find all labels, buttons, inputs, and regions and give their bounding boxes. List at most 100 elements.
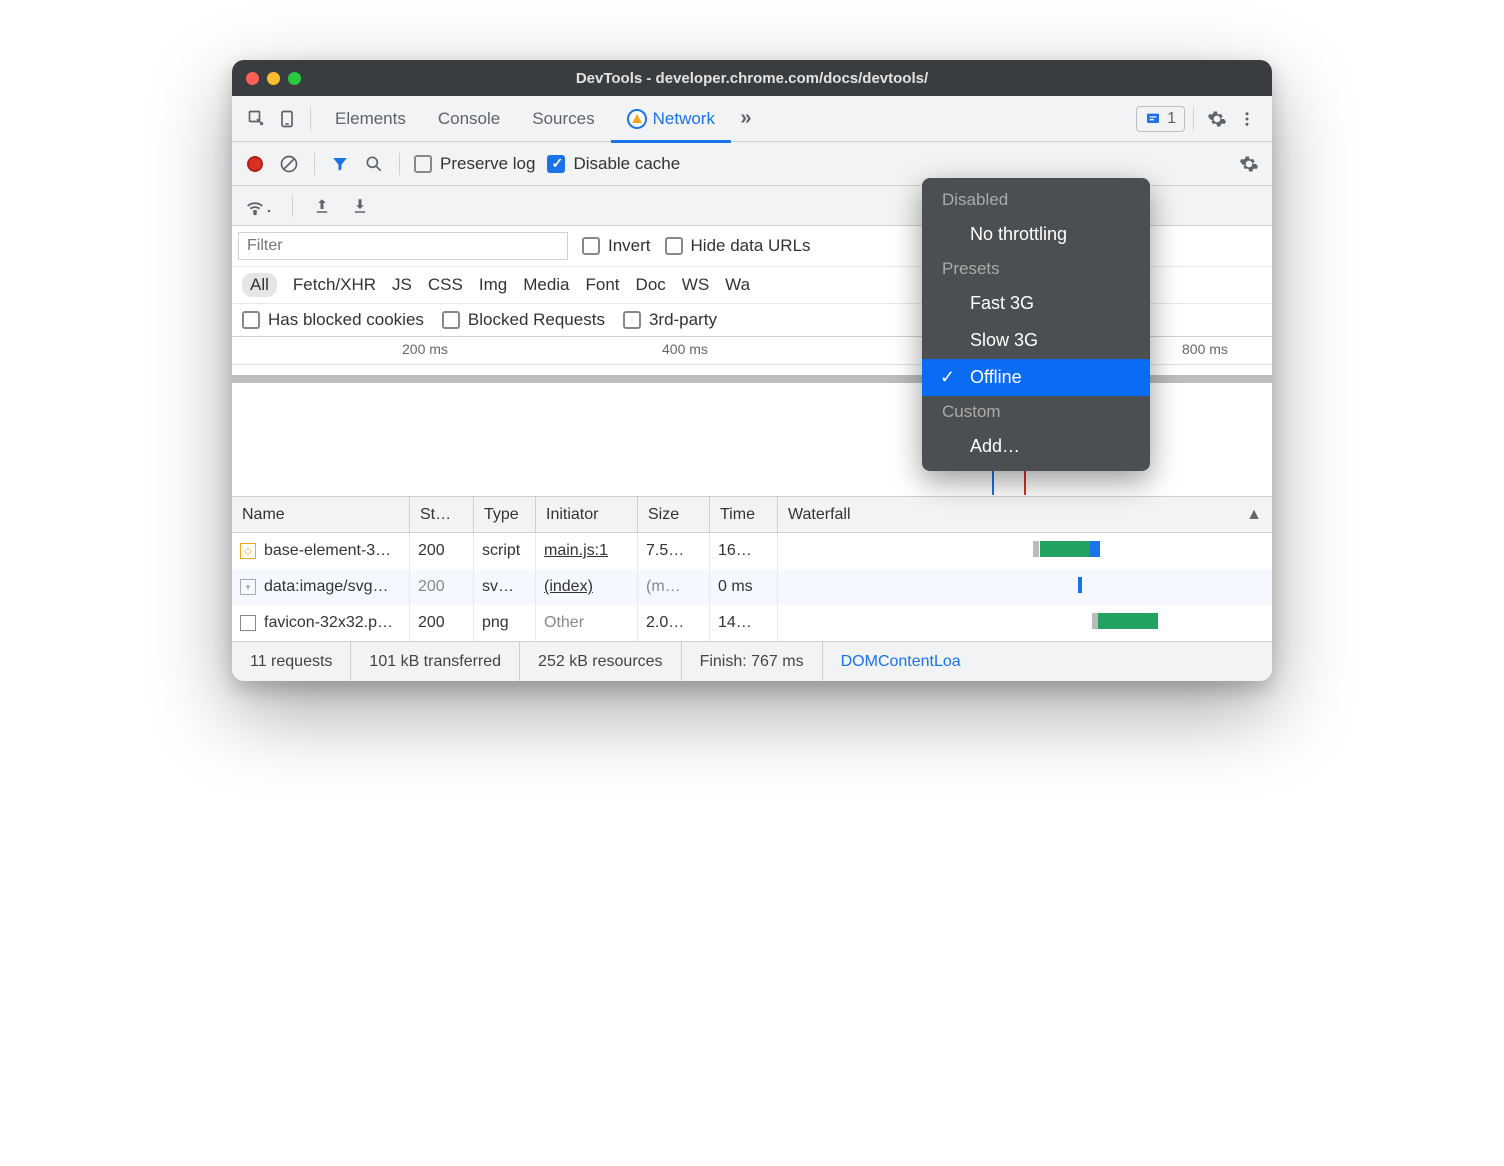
- filter-fetch-xhr[interactable]: Fetch/XHR: [293, 275, 376, 295]
- cell-initiator: main.js:1: [536, 533, 638, 569]
- cell-name: favicon-32x32.p…: [232, 605, 410, 641]
- settings-gear-icon[interactable]: [1202, 104, 1232, 134]
- checkbox-icon: [442, 311, 460, 329]
- status-requests: 11 requests: [232, 642, 351, 681]
- sort-ascending-icon: ▲: [1246, 506, 1262, 524]
- device-toggle-icon[interactable]: [272, 104, 302, 134]
- table-row[interactable]: favicon-32x32.p… 200 png Other 2.0… 14…: [232, 605, 1272, 641]
- col-status[interactable]: St…: [410, 497, 474, 532]
- request-grid-header: Name St… Type Initiator Size Time Waterf…: [232, 497, 1272, 533]
- filter-ws[interactable]: WS: [682, 275, 709, 295]
- cell-size: 7.5…: [638, 533, 710, 569]
- cell-initiator: Other: [536, 605, 638, 641]
- separator: [1193, 107, 1194, 131]
- cell-size: (m…: [638, 569, 710, 605]
- checkbox-icon: [414, 155, 432, 173]
- table-row[interactable]: data:image/svg… 200 sv… (index) (m… 0 ms: [232, 569, 1272, 605]
- inspect-element-icon[interactable]: [242, 104, 272, 134]
- issues-count: 1: [1167, 110, 1176, 128]
- filter-funnel-icon[interactable]: [329, 153, 351, 175]
- cell-status: 200: [410, 605, 474, 641]
- cell-waterfall: [778, 605, 1272, 641]
- devtools-window: DevTools - developer.chrome.com/docs/dev…: [232, 60, 1272, 681]
- invert-label: Invert: [608, 236, 651, 256]
- cell-time: 0 ms: [710, 569, 778, 605]
- col-size[interactable]: Size: [638, 497, 710, 532]
- throttling-add[interactable]: Add…: [922, 428, 1150, 465]
- filter-js[interactable]: JS: [392, 275, 412, 295]
- record-button[interactable]: [244, 153, 266, 175]
- throttling-offline[interactable]: Offline: [922, 359, 1150, 396]
- issues-badge[interactable]: 1: [1136, 106, 1185, 132]
- request-grid-body: base-element-3… 200 script main.js:1 7.5…: [232, 533, 1272, 641]
- throttling-dropdown: Disabled No throttling Presets Fast 3G S…: [922, 178, 1150, 471]
- tab-elements[interactable]: Elements: [319, 96, 422, 142]
- filter-font[interactable]: Font: [586, 275, 620, 295]
- cell-waterfall: [778, 533, 1272, 569]
- cell-name: base-element-3…: [232, 533, 410, 569]
- search-icon[interactable]: [363, 153, 385, 175]
- hide-data-urls-label: Hide data URLs: [691, 236, 811, 256]
- cell-type: sv…: [474, 569, 536, 605]
- filter-wasm[interactable]: Wa: [725, 275, 750, 295]
- network-conditions-icon[interactable]: [244, 195, 274, 217]
- filter-media[interactable]: Media: [523, 275, 569, 295]
- filter-input[interactable]: [238, 232, 568, 260]
- third-party-checkbox[interactable]: 3rd-party: [623, 310, 717, 330]
- throttling-no-throttling[interactable]: No throttling: [922, 216, 1150, 253]
- col-waterfall[interactable]: Waterfall ▲: [778, 497, 1272, 532]
- preserve-log-checkbox[interactable]: Preserve log: [414, 154, 535, 174]
- separator: [399, 153, 400, 175]
- disable-cache-checkbox[interactable]: Disable cache: [547, 154, 680, 174]
- dropdown-section-disabled: Disabled: [922, 184, 1150, 216]
- tab-network-label: Network: [653, 109, 715, 129]
- timeline-tick: 800 ms: [1182, 341, 1228, 357]
- filter-all[interactable]: All: [242, 273, 277, 297]
- warning-badge-icon: [627, 109, 647, 129]
- checkbox-icon: [582, 237, 600, 255]
- separator: [310, 107, 311, 131]
- col-time[interactable]: Time: [710, 497, 778, 532]
- titlebar: DevTools - developer.chrome.com/docs/dev…: [232, 60, 1272, 96]
- image-resource-icon: [240, 579, 256, 595]
- table-row[interactable]: base-element-3… 200 script main.js:1 7.5…: [232, 533, 1272, 569]
- filter-img[interactable]: Img: [479, 275, 507, 295]
- timeline-tick: 200 ms: [402, 341, 448, 357]
- panel-settings-gear-icon[interactable]: [1238, 153, 1260, 175]
- cell-status: 200: [410, 569, 474, 605]
- throttling-slow-3g[interactable]: Slow 3G: [922, 322, 1150, 359]
- invert-checkbox[interactable]: Invert: [582, 236, 651, 256]
- col-initiator[interactable]: Initiator: [536, 497, 638, 532]
- dropdown-section-custom: Custom: [922, 396, 1150, 428]
- filter-doc[interactable]: Doc: [636, 275, 666, 295]
- clear-button-icon[interactable]: [278, 153, 300, 175]
- throttling-fast-3g[interactable]: Fast 3G: [922, 285, 1150, 322]
- tab-sources[interactable]: Sources: [516, 96, 610, 142]
- checkbox-icon: [242, 311, 260, 329]
- kebab-menu-icon[interactable]: [1232, 104, 1262, 134]
- waterfall-bar: [1033, 541, 1039, 557]
- filter-css[interactable]: CSS: [428, 275, 463, 295]
- download-icon[interactable]: [349, 195, 371, 217]
- tab-console[interactable]: Console: [422, 96, 516, 142]
- more-tabs-icon[interactable]: »: [731, 104, 761, 134]
- status-finish: Finish: 767 ms: [682, 642, 823, 681]
- status-dcl[interactable]: DOMContentLoa: [823, 642, 979, 681]
- script-resource-icon: [240, 543, 256, 559]
- dropdown-section-presets: Presets: [922, 253, 1150, 285]
- blocked-cookies-checkbox[interactable]: Has blocked cookies: [242, 310, 424, 330]
- blocked-requests-checkbox[interactable]: Blocked Requests: [442, 310, 605, 330]
- hide-data-urls-checkbox[interactable]: Hide data URLs: [665, 236, 811, 256]
- cell-name: data:image/svg…: [232, 569, 410, 605]
- waterfall-bar: [1098, 613, 1158, 629]
- separator: [292, 195, 293, 217]
- third-party-label: 3rd-party: [649, 310, 717, 330]
- col-name[interactable]: Name: [232, 497, 410, 532]
- cell-time: 14…: [710, 605, 778, 641]
- main-tabbar: Elements Console Sources Network » 1: [232, 96, 1272, 142]
- blocked-requests-label: Blocked Requests: [468, 310, 605, 330]
- cell-type: script: [474, 533, 536, 569]
- col-type[interactable]: Type: [474, 497, 536, 532]
- upload-icon[interactable]: [311, 195, 333, 217]
- tab-network[interactable]: Network: [611, 96, 731, 142]
